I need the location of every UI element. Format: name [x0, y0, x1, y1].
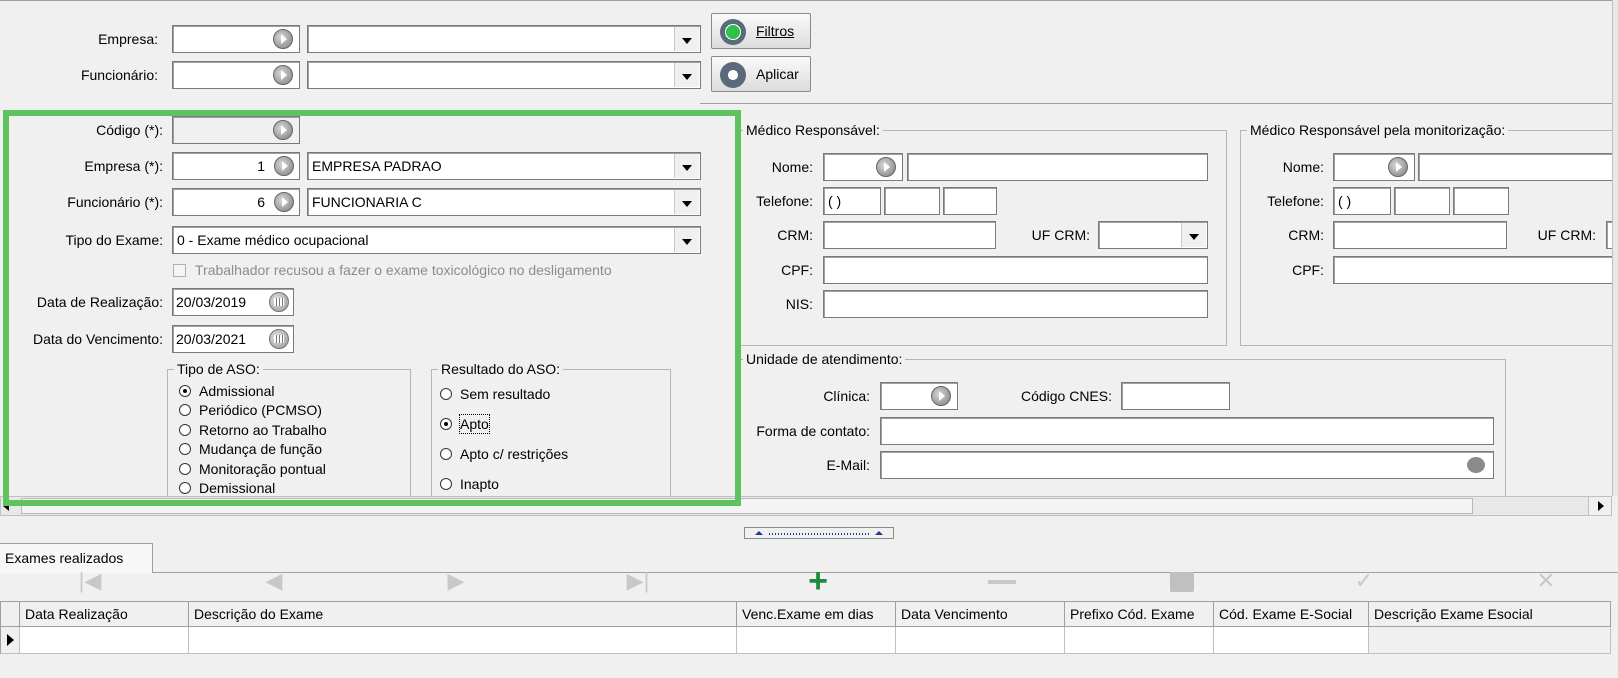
table-cell[interactable]: [1369, 627, 1611, 654]
highlight-frame: [3, 110, 741, 506]
cnes-label: Código CNES:: [1020, 388, 1112, 404]
lookup-icon[interactable]: [273, 29, 293, 49]
clinica-label: Clínica:: [823, 388, 870, 404]
filter-empresa-code-input[interactable]: [172, 25, 300, 53]
filter-icon: [720, 19, 746, 45]
chevron-down-icon[interactable]: [674, 27, 699, 51]
filter-funcionario-combo[interactable]: [307, 61, 701, 89]
medico-telefone-part2-input[interactable]: [943, 187, 997, 215]
medico-ddd-input[interactable]: ( ): [823, 187, 881, 215]
monitor-cpf-label: CPF:: [1292, 262, 1324, 278]
monitor-nome-code-input[interactable]: [1333, 153, 1415, 181]
email-icon[interactable]: [1467, 457, 1485, 473]
lookup-icon[interactable]: [273, 65, 293, 85]
medico-nome-label: Nome:: [771, 159, 813, 175]
table-cell[interactable]: [1214, 627, 1369, 654]
email-input[interactable]: [880, 451, 1494, 479]
chevron-up-icon: [875, 531, 883, 535]
lookup-icon[interactable]: [931, 386, 951, 406]
medico-crm-label: CRM:: [777, 227, 813, 243]
filter-empresa-label: Empresa:: [98, 31, 158, 47]
grid-header-cod-esocial[interactable]: Cód. Exame E-Social: [1214, 601, 1369, 627]
medico-monitor-title: Médico Responsável pela monitorização:: [1247, 121, 1509, 139]
aplicar-button-label: Aplicar: [756, 66, 799, 82]
chevron-up-icon: [755, 531, 763, 535]
grid-header-venc-dias[interactable]: Venc.Exame em dias: [737, 601, 896, 627]
table-cell[interactable]: [189, 627, 737, 654]
monitor-telefone-part2-input[interactable]: [1453, 187, 1509, 215]
grid-row-indicator[interactable]: [0, 627, 20, 654]
medico-nis-label: NIS:: [785, 296, 813, 312]
post-check-icon[interactable]: ✓: [1344, 568, 1384, 594]
monitor-crm-input[interactable]: [1333, 221, 1507, 249]
lookup-icon[interactable]: [876, 157, 896, 177]
monitor-crm-label: CRM:: [1288, 227, 1324, 243]
tab-label: Exames realizados: [5, 550, 124, 566]
monitor-telefone-part1-input[interactable]: [1394, 187, 1450, 215]
monitor-nome-label: Nome:: [1282, 159, 1324, 175]
filtros-button[interactable]: Filtros: [711, 13, 811, 49]
medico-cpf-label: CPF:: [781, 262, 813, 278]
edit-icon[interactable]: [1162, 568, 1202, 594]
medico-nome-input[interactable]: [907, 153, 1208, 181]
lookup-icon[interactable]: [1388, 157, 1408, 177]
vertical-scrollbar[interactable]: [1612, 0, 1618, 496]
splitter-dots: [769, 533, 869, 535]
filter-funcionario-label: Funcionário:: [80, 67, 158, 83]
filtros-button-label: Filtros: [756, 23, 795, 39]
unidade-title: Unidade de atendimento:: [743, 350, 906, 368]
clinica-input[interactable]: [880, 382, 958, 410]
medico-nome-code-input[interactable]: [823, 153, 903, 181]
grid-header-descricao-esocial[interactable]: Descrição Exame Esocial: [1369, 601, 1611, 627]
grid-header-descricao[interactable]: Descrição do Exame: [189, 601, 737, 627]
monitor-nome-input[interactable]: [1418, 153, 1618, 181]
next-record-icon[interactable]: ▶: [436, 568, 476, 594]
chevron-down-icon[interactable]: [674, 63, 699, 87]
monitor-ddd-input[interactable]: ( ): [1333, 187, 1391, 215]
last-record-icon[interactable]: ▶|: [618, 568, 658, 594]
medico-cpf-input[interactable]: [823, 256, 1208, 284]
filter-empresa-combo[interactable]: [307, 25, 701, 53]
grid-header-data-realizacao[interactable]: Data Realização: [20, 601, 189, 627]
first-record-icon[interactable]: |◀: [70, 568, 110, 594]
medico-nis-input[interactable]: [823, 290, 1208, 318]
forma-contato-label: Forma de contato:: [756, 423, 870, 439]
apply-icon: [720, 62, 746, 88]
monitor-telefone-label: Telefone:: [1267, 193, 1324, 209]
filter-separator: [700, 103, 1618, 104]
splitter-handle[interactable]: [744, 527, 894, 539]
forma-contato-input[interactable]: [880, 417, 1494, 445]
medico-telefone-part1-input[interactable]: [884, 187, 940, 215]
cancel-x-icon[interactable]: ✕: [1526, 568, 1566, 594]
medico-uf-crm-combo[interactable]: [1098, 221, 1208, 249]
filter-funcionario-code-input[interactable]: [172, 61, 300, 89]
add-icon[interactable]: +: [798, 564, 838, 598]
remove-icon[interactable]: [982, 568, 1022, 594]
chevron-down-icon[interactable]: [1181, 223, 1206, 247]
top-border: [0, 0, 1618, 1]
medico-telefone-label: Telefone:: [756, 193, 813, 209]
medico-uf-crm-label: UF CRM:: [1031, 227, 1090, 243]
table-cell[interactable]: [1065, 627, 1214, 654]
table-cell[interactable]: [737, 627, 896, 654]
aplicar-button[interactable]: Aplicar: [711, 56, 811, 92]
grid-indicator-header: [0, 601, 20, 627]
medico-title: Médico Responsável:: [743, 121, 883, 139]
scroll-right-icon[interactable]: [1598, 501, 1604, 511]
table-cell[interactable]: [896, 627, 1065, 654]
medico-crm-input[interactable]: [823, 221, 996, 249]
prior-record-icon[interactable]: ◀: [254, 568, 294, 594]
monitor-cpf-input[interactable]: [1333, 256, 1618, 284]
grid-header-data-vencimento[interactable]: Data Vencimento: [896, 601, 1065, 627]
monitor-uf-crm-label: UF CRM:: [1537, 227, 1596, 243]
email-label: E-Mail:: [826, 457, 870, 473]
table-cell[interactable]: [20, 627, 189, 654]
current-row-icon: [7, 634, 14, 646]
grid-header-prefixo[interactable]: Prefixo Cód. Exame: [1065, 601, 1214, 627]
cnes-input[interactable]: [1121, 382, 1230, 410]
